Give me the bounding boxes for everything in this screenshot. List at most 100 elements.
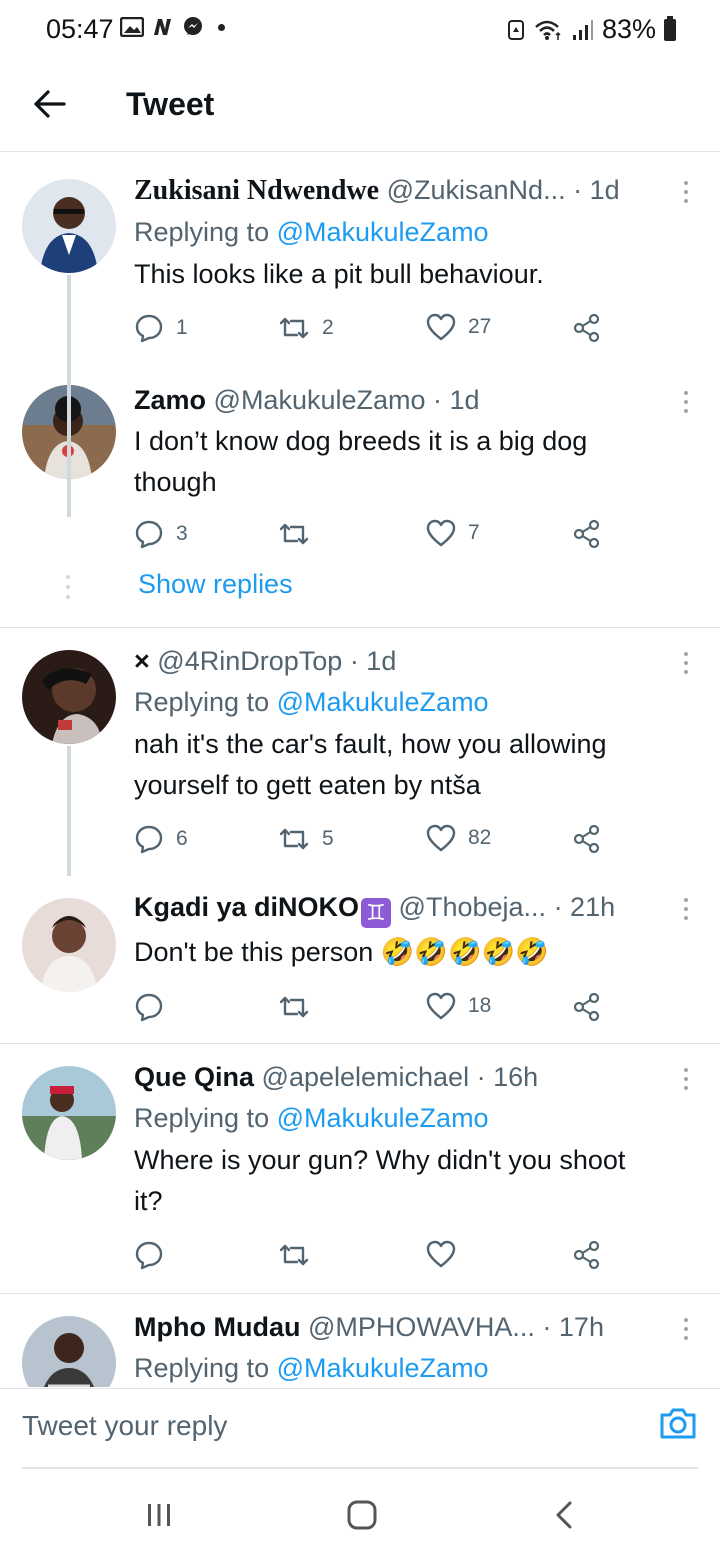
tweet-text-line: Where is your gun? Why didn't you shoot bbox=[134, 1145, 626, 1175]
status-bar: 05:47 83% bbox=[0, 0, 720, 58]
author-handle[interactable]: @Thobeja... bbox=[399, 892, 547, 922]
share-icon bbox=[573, 313, 600, 343]
like-button[interactable]: 27 bbox=[426, 313, 491, 341]
more-options-button[interactable] bbox=[676, 1314, 696, 1344]
system-icons: 83% bbox=[506, 14, 676, 45]
mention-link[interactable]: @MakukuleZamo bbox=[277, 687, 489, 717]
avatar[interactable] bbox=[22, 898, 116, 992]
reply-button[interactable] bbox=[134, 992, 176, 1022]
show-replies-link[interactable]: Show replies bbox=[138, 569, 293, 600]
tweet-text-line: it? bbox=[134, 1186, 163, 1216]
vertical-dots-icon bbox=[684, 181, 688, 185]
vertical-dots-icon bbox=[684, 1318, 688, 1322]
share-button[interactable] bbox=[572, 519, 602, 549]
retweet-button[interactable] bbox=[278, 992, 322, 1022]
share-button[interactable] bbox=[572, 992, 602, 1022]
retweet-button[interactable] bbox=[278, 1240, 310, 1270]
author-name[interactable]: Zamo bbox=[134, 385, 206, 415]
news-n-icon bbox=[152, 17, 174, 37]
share-button[interactable] bbox=[572, 824, 602, 854]
camera-button[interactable] bbox=[658, 1403, 698, 1448]
thread-line bbox=[67, 746, 71, 876]
retweet-icon bbox=[279, 523, 309, 545]
speech-bubble-icon bbox=[135, 1241, 163, 1270]
like-button[interactable] bbox=[426, 1240, 456, 1268]
heart-icon bbox=[426, 313, 456, 341]
home-button[interactable] bbox=[346, 1500, 378, 1535]
tweet-text: I don’t know dog breeds it is a big dog … bbox=[134, 421, 660, 503]
author-name[interactable]: Kgadi ya diNOKO bbox=[134, 892, 359, 922]
tweet-header: Zukisani Ndwendwe @ZukisanNd... · 1d bbox=[134, 173, 660, 208]
reply-button[interactable]: 3 bbox=[134, 519, 188, 549]
avatar[interactable] bbox=[22, 179, 116, 273]
recycle-icon bbox=[506, 19, 526, 41]
tweet-item[interactable]: Que Qina @apelelemichael · 16h Replying … bbox=[0, 1044, 720, 1294]
author-handle[interactable]: @4RinDropTop bbox=[157, 646, 342, 676]
share-icon bbox=[573, 519, 600, 549]
tweet-time: · 17h bbox=[542, 1312, 604, 1342]
tweet-item[interactable]: Zukisani Ndwendwe @ZukisanNd... · 1d Rep… bbox=[0, 157, 720, 375]
reply-button[interactable]: 6 bbox=[134, 824, 188, 854]
tweet-header: Kgadi ya diNOKO ♊ @Thobeja... · 21h bbox=[134, 890, 660, 928]
more-options-button[interactable] bbox=[676, 648, 696, 678]
more-options-button[interactable] bbox=[676, 894, 696, 924]
author-name[interactable]: Zukisani Ndwendwe bbox=[134, 175, 379, 206]
tweet-text-line: nah it's the car's fault, how you allowi… bbox=[134, 729, 607, 759]
more-options-button[interactable] bbox=[676, 1064, 696, 1094]
avatar[interactable] bbox=[22, 1316, 116, 1387]
page-title: Tweet bbox=[126, 86, 215, 122]
mention-link[interactable]: @MakukuleZamo bbox=[277, 1103, 489, 1133]
tweet-header: Zamo @MakukuleZamo · 1d bbox=[134, 383, 660, 417]
share-icon bbox=[573, 1240, 600, 1270]
author-handle[interactable]: @ZukisanNd... bbox=[387, 175, 566, 205]
author-name[interactable]: × bbox=[134, 646, 150, 676]
retweet-button[interactable]: 2 bbox=[278, 313, 334, 343]
vertical-dots-icon bbox=[684, 898, 688, 902]
author-handle[interactable]: @MPHOWAVHA... bbox=[308, 1312, 535, 1342]
share-button[interactable] bbox=[572, 313, 602, 343]
share-icon bbox=[573, 824, 600, 854]
reply-button[interactable] bbox=[134, 1240, 164, 1270]
reply-input[interactable] bbox=[22, 1403, 622, 1449]
tweet-text-body: Don't be this person bbox=[134, 937, 374, 967]
tweet-text: Where is your gun? Why didn't you shoot … bbox=[134, 1140, 660, 1222]
like-button[interactable]: 18 bbox=[426, 992, 491, 1020]
replies-feed: Zukisani Ndwendwe @ZukisanNd... · 1d Rep… bbox=[0, 157, 720, 1387]
replying-to: Replying to @MakukuleZamo bbox=[134, 1348, 660, 1387]
tweet-text-line: yourself to gett eaten by ntša bbox=[134, 770, 481, 800]
avatar[interactable] bbox=[22, 1066, 116, 1160]
tweet-item[interactable]: Kgadi ya diNOKO ♊ @Thobeja... · 21h Don't… bbox=[0, 874, 720, 1042]
back-nav-button[interactable] bbox=[550, 1500, 580, 1535]
like-count: 27 bbox=[468, 315, 492, 338]
laughing-emoji-row: 🤣🤣🤣🤣🤣 bbox=[380, 937, 549, 967]
like-button[interactable]: 82 bbox=[426, 824, 491, 852]
tweet-time: · 1d bbox=[573, 175, 620, 205]
like-button[interactable]: 7 bbox=[426, 519, 480, 547]
retweet-button[interactable]: 5 bbox=[278, 824, 334, 854]
mention-link[interactable]: @MakukuleZamo bbox=[277, 1353, 489, 1383]
home-icon bbox=[347, 1500, 377, 1530]
tweet-item[interactable]: × @4RinDropTop · 1d Replying to @Makukul… bbox=[0, 628, 720, 876]
heart-icon bbox=[426, 992, 456, 1020]
tweet-text: Don't be this person 🤣🤣🤣🤣🤣 bbox=[134, 932, 660, 973]
reply-button[interactable]: 1 bbox=[134, 313, 188, 343]
back-button[interactable] bbox=[30, 84, 70, 124]
mention-link[interactable]: @MakukuleZamo bbox=[277, 217, 489, 247]
tweet-item[interactable]: Zamo @MakukuleZamo · 1d I don’t know dog… bbox=[0, 367, 720, 625]
more-options-button[interactable] bbox=[676, 177, 696, 207]
tweet-actions: 6 5 82 bbox=[134, 824, 614, 864]
more-options-button[interactable] bbox=[676, 387, 696, 417]
avatar[interactable] bbox=[22, 650, 116, 744]
tweet-item[interactable]: Mpho Mudau @MPHOWAVHA... · 17h Replying … bbox=[0, 1294, 720, 1387]
replying-to-label: Replying to bbox=[134, 217, 277, 247]
share-button[interactable] bbox=[572, 1240, 602, 1270]
gallery-icon bbox=[120, 17, 144, 37]
recent-apps-button[interactable] bbox=[144, 1500, 174, 1535]
status-time: 05:47 bbox=[46, 14, 114, 44]
gemini-badge: ♊ bbox=[361, 898, 392, 928]
author-handle[interactable]: @apelelemichael bbox=[262, 1062, 470, 1092]
author-handle[interactable]: @MakukuleZamo bbox=[214, 385, 426, 415]
retweet-button[interactable] bbox=[278, 519, 322, 549]
author-name[interactable]: Que Qina bbox=[134, 1062, 254, 1092]
author-name[interactable]: Mpho Mudau bbox=[134, 1312, 300, 1342]
